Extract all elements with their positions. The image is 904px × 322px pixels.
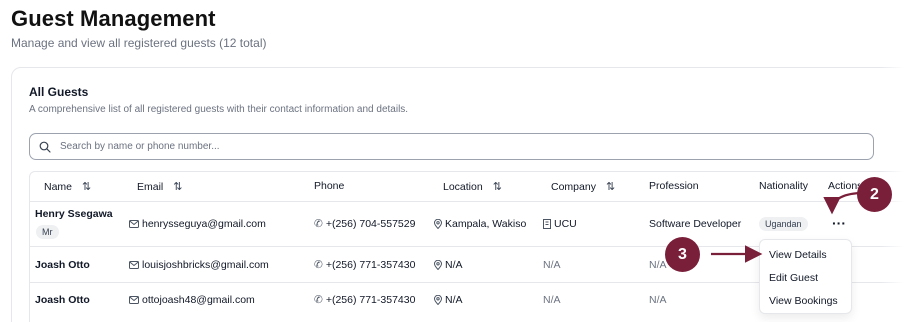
annotation-arrows — [711, 191, 861, 263]
step-3-badge: 3 — [665, 237, 700, 272]
arrow-step-2 — [823, 191, 861, 215]
step-2-badge: 2 — [857, 177, 892, 212]
